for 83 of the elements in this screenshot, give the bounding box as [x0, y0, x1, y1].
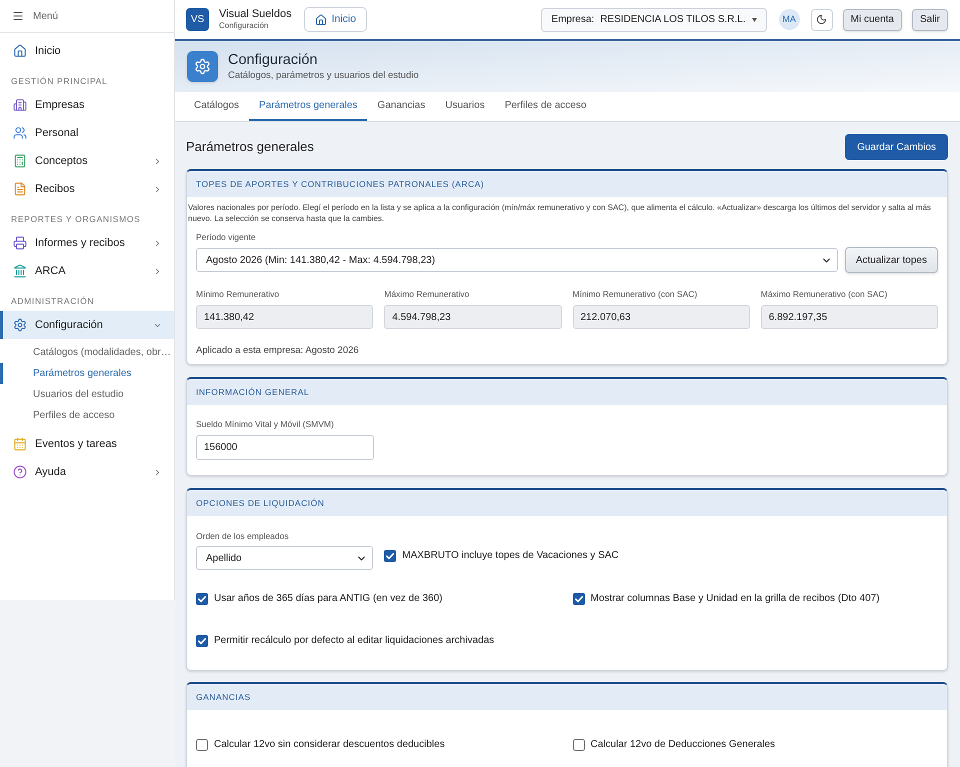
help-icon: [13, 465, 27, 479]
settings-icon: [13, 318, 27, 332]
moon-icon: [816, 14, 828, 25]
sidebar-item[interactable]: Inicio: [0, 37, 174, 65]
field-label: Máximo Remunerativo (con SAC): [760, 289, 888, 300]
building-icon: [13, 98, 27, 112]
section-heading: REPORTES Y ORGANISMOS: [10, 213, 142, 226]
header-button[interactable]: Mi cuenta: [842, 8, 902, 30]
card-title: TOPES DE APORTES Y CONTRIBUCIONES PATRONALES (ARCA): [196, 178, 484, 190]
sidebar-item[interactable]: Ayuda: [0, 458, 174, 486]
sidebar-item[interactable]: Personal: [0, 119, 174, 147]
home-icon: [314, 14, 327, 26]
calendar-icon: [13, 437, 27, 451]
checkbox[interactable]: [572, 592, 584, 604]
save-button[interactable]: Guardar Cambios: [845, 134, 948, 160]
company-select[interactable]: Empresa: RESIDENCIA LOS TILOS S.R.L.: [541, 8, 767, 32]
refresh-button[interactable]: Actualizar topes: [844, 247, 938, 273]
calculator-icon: [13, 154, 27, 168]
field-label: Período vigente: [196, 232, 257, 243]
card-title: OPCIONES DE LIQUIDACIÓN: [196, 496, 324, 510]
bank-icon: [13, 264, 27, 278]
card-description: Valores nacionales por período. Elegí el período en la lista y se aplica a la configuración (mín/máx remunerativo y con SAC), que alimenta el cálculo. «Actualizar» descarga los últimos del servidor y salta al más nuevo. La selección se conserva hasta que la cambies.: [187, 202, 932, 224]
checkbox-label: Usar años de 365 días para ANTIG (en vez de 360): [214, 592, 442, 606]
people-icon: [13, 126, 27, 140]
menu-title: Menú: [33, 10, 58, 24]
theme-button[interactable]: [810, 8, 833, 30]
user-avatar[interactable]: MA: [778, 9, 800, 30]
tab[interactable]: Usuarios: [435, 92, 495, 121]
sidebar-item[interactable]: Recibos: [0, 175, 174, 203]
checkbox[interactable]: [196, 738, 208, 750]
checkbox-label: Permitir recálculo por defecto al editar liquidaciones archivadas: [214, 634, 494, 648]
amount-field[interactable]: 6.892.197,35: [760, 305, 938, 329]
tab[interactable]: Perfiles de acceso: [494, 92, 596, 121]
menu-icon[interactable]: [12, 10, 24, 22]
checkbox[interactable]: [572, 738, 584, 750]
field-label: Mínimo Remunerativo (con SAC): [572, 289, 698, 300]
smvm-field[interactable]: 156000: [196, 435, 374, 460]
section-heading: GESTIÓN PRINCIPAL: [10, 75, 108, 88]
field-label: Máximo Remunerativo: [384, 289, 470, 300]
sidebar-item[interactable]: Eventos y tareas: [0, 430, 174, 458]
period-select[interactable]: Agosto 2026 (Min: 141.380,42 - Max: 4.594.798,23): [196, 248, 838, 272]
printer-icon: [13, 236, 27, 250]
card-title: INFORMACIÓN GENERAL: [196, 386, 310, 398]
checkbox-label: MAXBRUTO incluye topes de Vacaciones y SAC: [402, 549, 619, 563]
checkbox[interactable]: [196, 634, 208, 646]
order-select[interactable]: Apellido: [196, 546, 374, 570]
submenu-item[interactable]: Usuarios del estudio: [0, 384, 174, 405]
document-icon: [13, 182, 27, 196]
checkbox[interactable]: [196, 592, 208, 604]
section-heading: ADMINISTRACIÓN: [10, 295, 96, 308]
home-button[interactable]: Inicio: [304, 7, 368, 32]
checkbox-label: Mostrar columnas Base y Unidad en la grilla de recibos (Dto 407): [590, 592, 880, 606]
tab[interactable]: Parámetros generales: [249, 92, 368, 121]
app-title: Visual Sueldos: [219, 8, 292, 22]
sidebar-item[interactable]: Configuración: [0, 311, 174, 339]
tab[interactable]: Catálogos: [184, 92, 250, 121]
settings-icon: [187, 51, 218, 82]
header-button[interactable]: Salir: [912, 8, 948, 30]
checkbox-label: Calcular 12vo de Deducciones Generales: [590, 738, 776, 752]
home-icon: [13, 44, 27, 58]
tab[interactable]: Ganancias: [367, 92, 436, 121]
amount-field[interactable]: 4.594.798,23: [384, 305, 562, 329]
app-subtitle: Configuración: [219, 21, 270, 32]
sidebar-item[interactable]: Conceptos: [0, 147, 174, 175]
submenu-item[interactable]: Catálogos (modalidades, obr…: [0, 342, 174, 363]
banner-title: Configuración: [228, 51, 318, 69]
app-logo: VS: [186, 8, 209, 31]
field-label: Orden de los empleados: [196, 531, 290, 542]
card-title: GANANCIAS: [196, 690, 251, 704]
caret-down-icon: [752, 18, 757, 22]
submenu-item[interactable]: Perfiles de acceso: [0, 405, 174, 426]
applied-period-text: Aplicado a esta empresa: Agosto 2026: [196, 345, 360, 357]
sidebar-item[interactable]: ARCA: [0, 257, 174, 285]
sidebar-item[interactable]: Informes y recibos: [0, 229, 174, 257]
field-label: Mínimo Remunerativo: [196, 289, 280, 300]
amount-field[interactable]: 212.070,63: [572, 305, 750, 329]
sidebar-item[interactable]: Empresas: [0, 91, 174, 119]
amount-field[interactable]: 141.380,42: [196, 305, 374, 329]
banner-subtitle: Catálogos, parámetros y usuarios del estudio: [228, 69, 419, 82]
page-title: Parámetros generales: [186, 138, 314, 156]
checkbox-label: Calcular 12vo sin considerar descuentos deducibles: [214, 738, 445, 752]
field-label: Sueldo Mínimo Vital y Móvil (SMVM): [196, 419, 335, 430]
checkbox[interactable]: [384, 550, 396, 562]
